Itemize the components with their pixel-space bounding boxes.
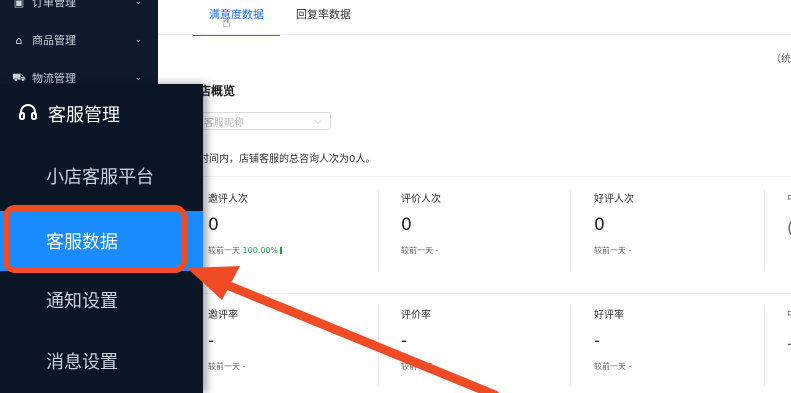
summary-description: 时间内，店铺客服的总咨询人次为0人。 <box>199 154 376 165</box>
metric-good-review-count: 好评人次 0 较前一天 - <box>594 194 634 255</box>
metric-separator <box>570 306 571 386</box>
metric-invite-count: 邀评人次 0 较前一天 100.00% <box>208 190 388 256</box>
metric-good-review-rate: 好评率 - 较前一天 - <box>594 310 632 371</box>
sidebar-item-orders[interactable]: ▣ 订单管理 ⌄ <box>0 0 158 17</box>
tab-reply-rate-data[interactable]: 回复率数据 <box>280 0 367 34</box>
truncated-metric-label: 中 <box>787 190 791 205</box>
menu-item-shop-service-platform[interactable]: 小店客服平台 <box>0 146 203 206</box>
section-title: 店概览 <box>199 84 236 98</box>
agent-nickname-select[interactable]: 客服昵称 ⌵ <box>199 112 331 130</box>
order-icon: ▣ <box>13 0 25 9</box>
metric-separator <box>570 190 571 270</box>
metric-separator <box>764 306 765 386</box>
menu-item-message-settings[interactable]: 消息设置 <box>0 331 203 391</box>
metric-separator <box>764 190 765 270</box>
metric-separator <box>378 190 379 270</box>
chevron-down-icon: ⌵ <box>314 115 322 127</box>
headset-icon <box>18 102 38 127</box>
menu-item-notification-settings[interactable]: 通知设置 <box>0 270 203 330</box>
card-middle-divider <box>199 293 791 294</box>
product-icon: ⌂ <box>15 33 23 47</box>
truncated-metric-value: ( <box>787 218 791 237</box>
metric-review-count: 评价人次 0 较前一天 - <box>401 194 441 255</box>
highlight-box <box>3 205 187 273</box>
metric-separator <box>378 306 379 386</box>
menu-header-customer-service[interactable]: 客服管理 <box>0 84 203 144</box>
truncated-metric-value: - <box>787 334 791 353</box>
metric-invite-rate: 邀评率 - 较前一天 - <box>208 310 246 371</box>
chevron-down-icon: ⌄ <box>134 0 142 7</box>
tab-bar: 满意度数据 回复率数据 <box>193 0 367 36</box>
chevron-down-icon: ⌄ <box>134 35 142 45</box>
card-top-divider <box>199 176 791 177</box>
tab-satisfaction-data[interactable]: 满意度数据 <box>193 0 280 36</box>
sidebar-item-products[interactable]: ⌂ 商品管理 ⌄ <box>0 25 158 55</box>
trend-up-bar-icon <box>280 247 283 254</box>
hand-cursor-icon: ☝ <box>222 15 231 31</box>
truncated-metric-label: 中 <box>787 306 791 321</box>
chevron-down-icon: ⌄ <box>134 73 142 83</box>
tab-divider <box>158 34 791 35</box>
truncated-header-text: （统 <box>771 54 791 65</box>
metric-review-rate: 评价率 - 较前一天 - <box>401 310 439 371</box>
